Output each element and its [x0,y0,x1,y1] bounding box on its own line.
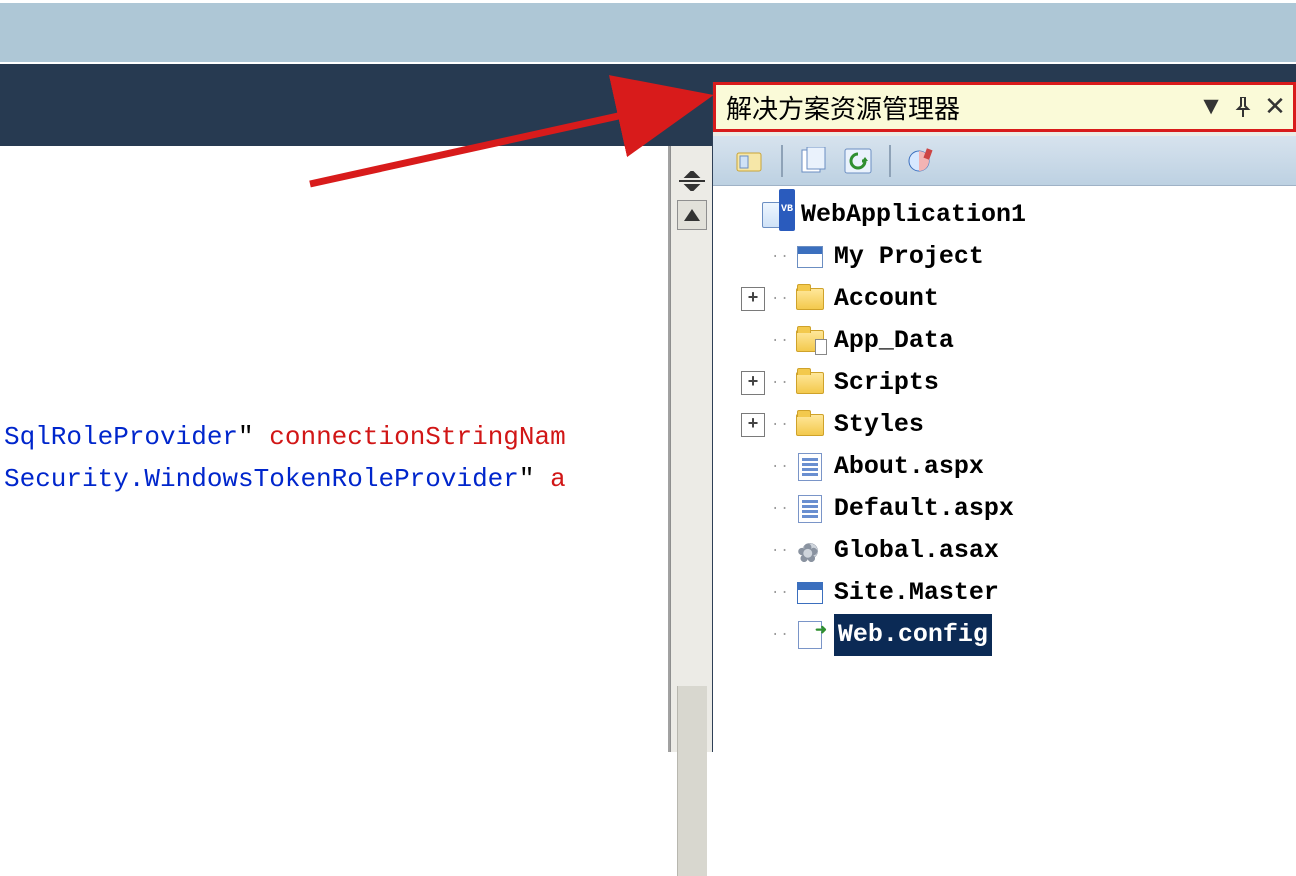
spacer [741,245,765,269]
scroll-up-button[interactable] [677,200,707,230]
solution-tree[interactable]: WebApplication1 ··My Project+··Account··… [713,186,1296,752]
tree-guide: ·· [771,572,790,614]
tree-guide: ·· [771,488,790,530]
code-content: SqlRoleProvider" connectionStringNam Sec… [4,416,566,500]
show-all-files-icon[interactable] [795,142,833,180]
tree-guide: ·· [771,236,790,278]
toolbar-separator [781,145,783,177]
tree-item[interactable]: ·· Global.asax [713,530,1296,572]
spacer [741,329,765,353]
tree-item[interactable]: ·· Site.Master [713,572,1296,614]
editor-scroll-gutter [670,146,712,752]
tree-label: Site.Master [834,572,999,614]
tree-label: App_Data [834,320,954,362]
window-titlebar-strip [0,0,1296,64]
properties-icon[interactable] [731,142,769,180]
expand-toggle[interactable]: + [741,287,765,311]
close-icon[interactable]: ✕ [1261,93,1289,121]
view-designer-icon[interactable] [903,142,941,180]
project-icon [761,201,793,229]
tree-guide: ·· [771,614,790,656]
asax-icon [794,537,826,565]
tree-label: Account [834,278,939,320]
tree-label: My Project [834,236,984,278]
tree-guide: ·· [771,362,790,404]
folder-icon [794,369,826,397]
folder-data-icon [794,327,826,355]
tree-label: Default.aspx [834,488,1014,530]
panel-titlebar[interactable]: 解决方案资源管理器 ▼ ✕ [713,82,1296,132]
tree-guide: ·· [771,530,790,572]
pin-icon[interactable] [1229,93,1257,121]
refresh-icon[interactable] [839,142,877,180]
tree-guide: ·· [771,446,790,488]
folder-icon [794,285,826,313]
tree-item[interactable]: +·· Styles [713,404,1296,446]
tree-item[interactable]: ·· Default.aspx [713,488,1296,530]
tree-label: Styles [834,404,924,446]
tree-item[interactable]: +·· Scripts [713,362,1296,404]
tree-label: About.aspx [834,446,984,488]
spacer [741,539,765,563]
window-options-dropdown-icon[interactable]: ▼ [1197,93,1225,121]
tree-guide: ·· [771,404,790,446]
spacer [741,581,765,605]
code-editor[interactable]: SqlRoleProvider" connectionStringNam Sec… [0,146,670,752]
spacer [741,497,765,521]
tree-project-root[interactable]: WebApplication1 [713,194,1296,236]
tree-item[interactable]: ·· App_Data [713,320,1296,362]
expand-toggle[interactable]: + [741,413,765,437]
panel-title-text: 解决方案资源管理器 [726,89,1197,126]
folder-icon [794,411,826,439]
tree-item[interactable]: ·· About.aspx [713,446,1296,488]
tree-guide: ·· [771,320,790,362]
split-view-icon[interactable] [677,168,707,194]
master-icon [794,579,826,607]
spacer [741,455,765,479]
aspx-icon [794,453,826,481]
tree-label: Scripts [834,362,939,404]
expand-toggle[interactable]: + [741,371,765,395]
tree-label: Global.asax [834,530,999,572]
tree-label: Web.config [834,614,992,656]
toolbar-separator [889,145,891,177]
aspx-icon [794,495,826,523]
spacer [731,203,755,227]
scrollbar-track[interactable] [677,686,707,876]
spacer [741,623,765,647]
panel-toolbar [713,136,1296,186]
tree-item[interactable]: +·· Account [713,278,1296,320]
project-settings-icon [794,243,826,271]
tree-item[interactable]: ·· Web.config [713,614,1296,656]
config-icon [794,621,826,649]
solution-explorer-panel: 解决方案资源管理器 ▼ ✕ WebApplication1 ·· My Proje… [712,82,1296,752]
tree-guide: ·· [771,278,790,320]
tree-label: WebApplication1 [801,194,1026,236]
tree-item[interactable]: ·· My Project [713,236,1296,278]
